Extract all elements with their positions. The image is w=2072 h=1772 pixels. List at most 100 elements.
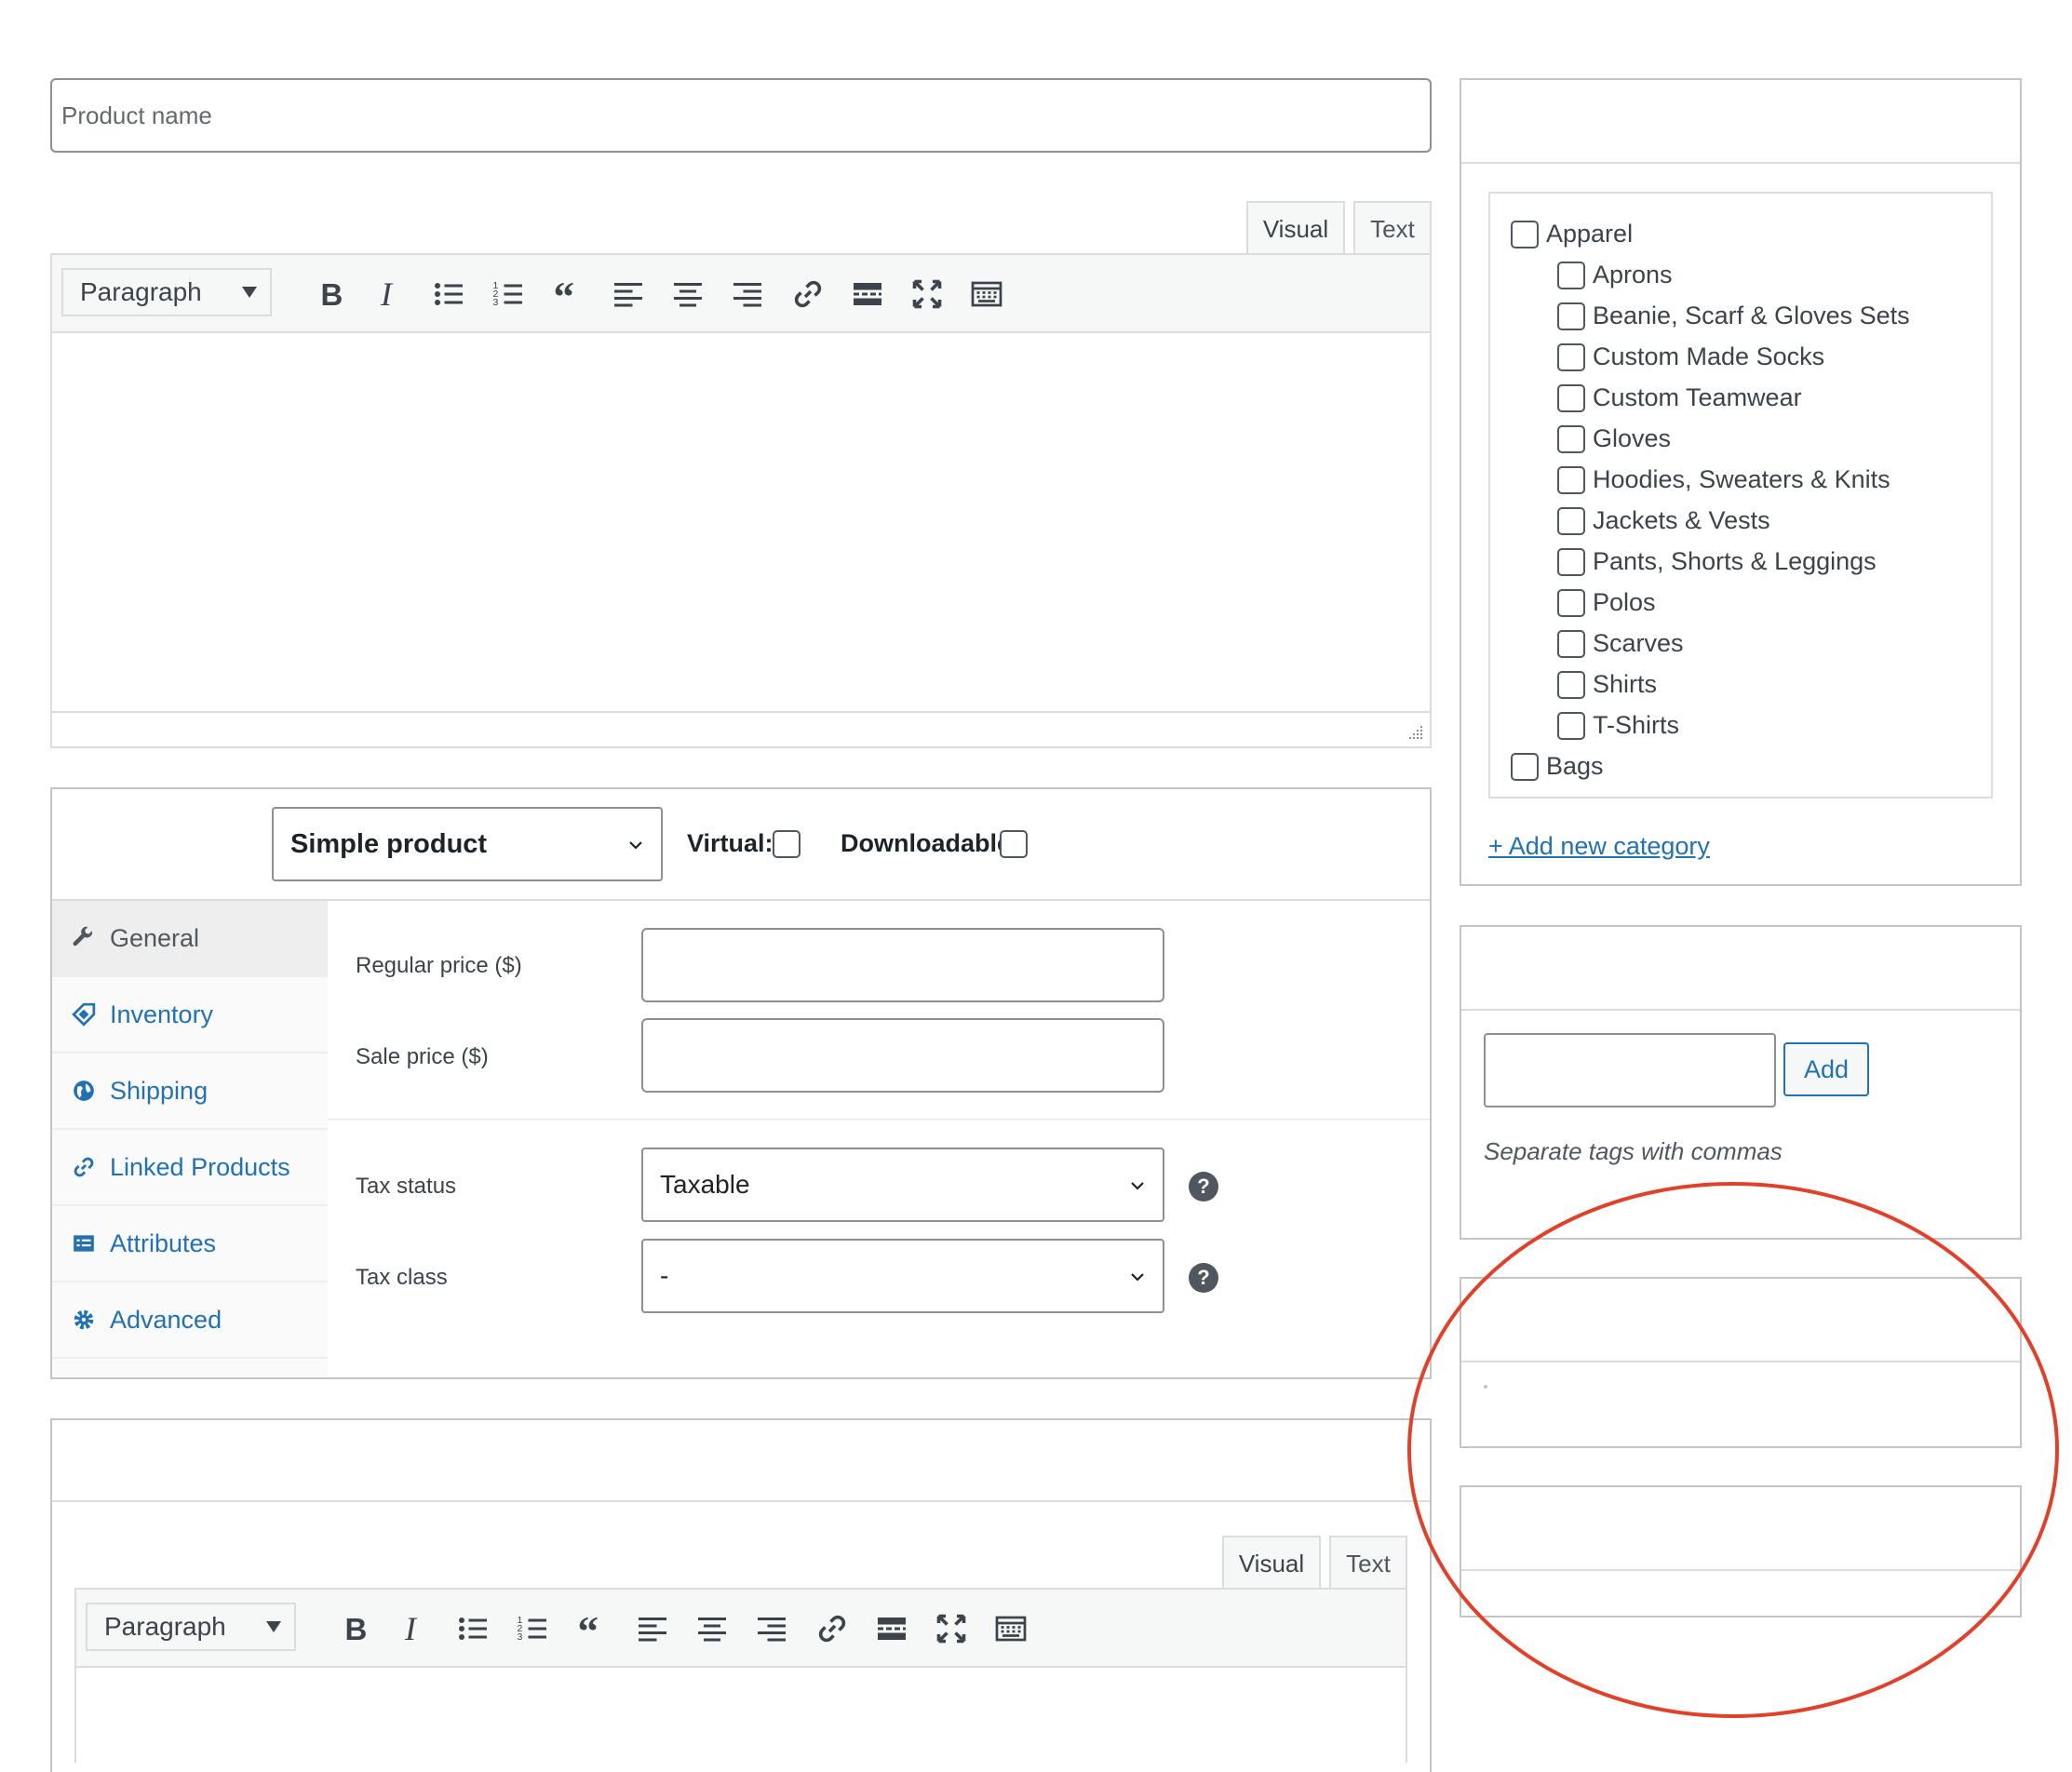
category-item[interactable]: Scarves [1557,629,1684,658]
category-item[interactable]: Custom Teamwear [1557,383,1802,412]
tab-general[interactable]: General [52,901,328,977]
italic-icon[interactable]: I [363,268,415,320]
category-label: Shirts [1593,670,1658,698]
format-select[interactable]: Paragraph [86,1603,296,1651]
editor-status-bar [50,713,1432,748]
globe-icon [71,1078,97,1104]
align-center-icon[interactable] [686,1603,738,1655]
tab-inventory[interactable]: Inventory [52,977,328,1054]
add-new-category-link[interactable]: + Add new category [1488,832,1710,861]
bullet-list-icon[interactable] [423,268,475,320]
link-icon[interactable] [806,1603,858,1655]
category-item[interactable]: Beanie, Scarf & Gloves Sets [1557,302,1910,330]
category-checkbox[interactable] [1557,465,1585,494]
category-item[interactable]: Bags [1511,752,1604,781]
category-checkbox[interactable] [1557,342,1585,371]
align-right-icon[interactable] [746,1603,798,1655]
bold-icon[interactable]: B [304,268,357,320]
align-left-icon[interactable] [602,268,654,320]
category-item[interactable]: Pants, Shorts & Leggings [1557,547,1877,576]
blockquote-icon[interactable]: “ [567,1603,619,1655]
resize-handle-icon[interactable] [1407,724,1424,741]
tab-visual[interactable]: Visual [1246,201,1345,255]
blockquote-icon[interactable]: “ [543,268,595,320]
category-item[interactable]: Custom Made Socks [1557,342,1824,371]
category-checkbox[interactable] [1511,220,1539,248]
category-checkbox[interactable] [1557,711,1585,740]
svg-text:I: I [404,1612,418,1645]
align-left-icon[interactable] [626,1603,679,1655]
category-checkbox[interactable] [1557,506,1585,535]
annotation-ellipse [1407,1182,2059,1718]
category-checkbox[interactable] [1557,261,1585,289]
category-checkbox[interactable] [1557,302,1585,330]
virtual-checkbox[interactable] [773,830,801,858]
wrench-icon [71,925,97,951]
add-tag-button[interactable]: Add [1783,1042,1869,1096]
downloadable-checkbox[interactable] [1000,830,1028,858]
tab-text-short[interactable]: Text [1329,1536,1407,1590]
category-item[interactable]: Polos [1557,588,1656,617]
tab-visual-short[interactable]: Visual [1222,1536,1321,1590]
svg-text:B: B [321,277,343,311]
category-checkbox[interactable] [1557,629,1585,658]
tab-shipping[interactable]: Shipping [52,1054,328,1130]
category-label: Apparel [1546,220,1634,248]
sale-price-input[interactable] [641,1018,1164,1093]
category-label: Gloves [1593,424,1672,452]
virtual-label: Virtual: [687,828,774,857]
short-description-editor[interactable] [74,1668,1407,1763]
read-more-icon[interactable] [841,268,894,320]
tab-attributes[interactable]: Attributes [52,1206,328,1282]
tab-text[interactable]: Text [1353,201,1432,255]
category-checkbox[interactable] [1557,383,1585,412]
category-checkbox[interactable] [1557,588,1585,617]
category-checkbox[interactable] [1557,670,1585,699]
category-item[interactable]: Apparel [1511,220,1633,248]
numbered-list-icon[interactable]: 123 [506,1603,558,1655]
tag-input[interactable] [1484,1033,1776,1108]
category-checkbox[interactable] [1557,547,1585,576]
fullscreen-icon[interactable] [925,1603,977,1655]
product-name-input[interactable] [50,78,1432,153]
toolbar-toggle-icon[interactable] [961,268,1013,320]
tab-advanced[interactable]: Advanced [52,1282,328,1359]
read-more-icon[interactable] [866,1603,918,1655]
regular-price-label: Regular price ($) [356,953,522,978]
tags-header-divider [1461,1009,2020,1011]
svg-text:I: I [380,277,394,311]
tax-class-select[interactable]: - [641,1239,1164,1313]
content-editor[interactable] [50,333,1432,713]
category-item[interactable]: Jackets & Vests [1557,506,1770,535]
product-image-header-divider [1461,1361,2020,1363]
bold-icon[interactable]: B [329,1603,381,1655]
align-right-icon[interactable] [721,268,774,320]
numbered-list-icon[interactable]: 123 [482,268,534,320]
category-checkbox[interactable] [1557,424,1585,453]
link-icon[interactable] [782,268,834,320]
product-type-select[interactable]: Simple product [272,807,663,881]
category-checklist[interactable]: Apparel Aprons Beanie, Scarf & Gloves Sets… [1488,192,1993,799]
bullet-list-icon[interactable] [447,1603,499,1655]
toolbar-toggle-icon[interactable] [985,1603,1037,1655]
tag-icon [71,1001,97,1027]
category-item[interactable]: Hoodies, Sweaters & Knits [1557,465,1890,494]
category-item[interactable]: Gloves [1557,424,1671,453]
spinner-dot [1484,1385,1487,1389]
align-center-icon[interactable] [662,268,714,320]
product-gallery-header-divider [1461,1569,2020,1571]
product-image-panel [1460,1277,2022,1448]
fullscreen-icon[interactable] [901,268,953,320]
category-checkbox[interactable] [1511,752,1539,781]
tax-status-select[interactable]: Taxable [641,1148,1164,1222]
italic-icon[interactable]: I [387,1603,439,1655]
format-select[interactable]: Paragraph [61,268,272,316]
help-icon[interactable]: ? [1189,1263,1218,1293]
category-item[interactable]: T-Shirts [1557,711,1679,740]
help-icon[interactable]: ? [1189,1172,1218,1201]
category-label: Custom Teamwear [1593,383,1802,411]
category-item[interactable]: Aprons [1557,261,1673,289]
regular-price-input[interactable] [641,928,1164,1002]
category-item[interactable]: Shirts [1557,670,1657,699]
tab-linked-products[interactable]: Linked Products [52,1130,328,1206]
